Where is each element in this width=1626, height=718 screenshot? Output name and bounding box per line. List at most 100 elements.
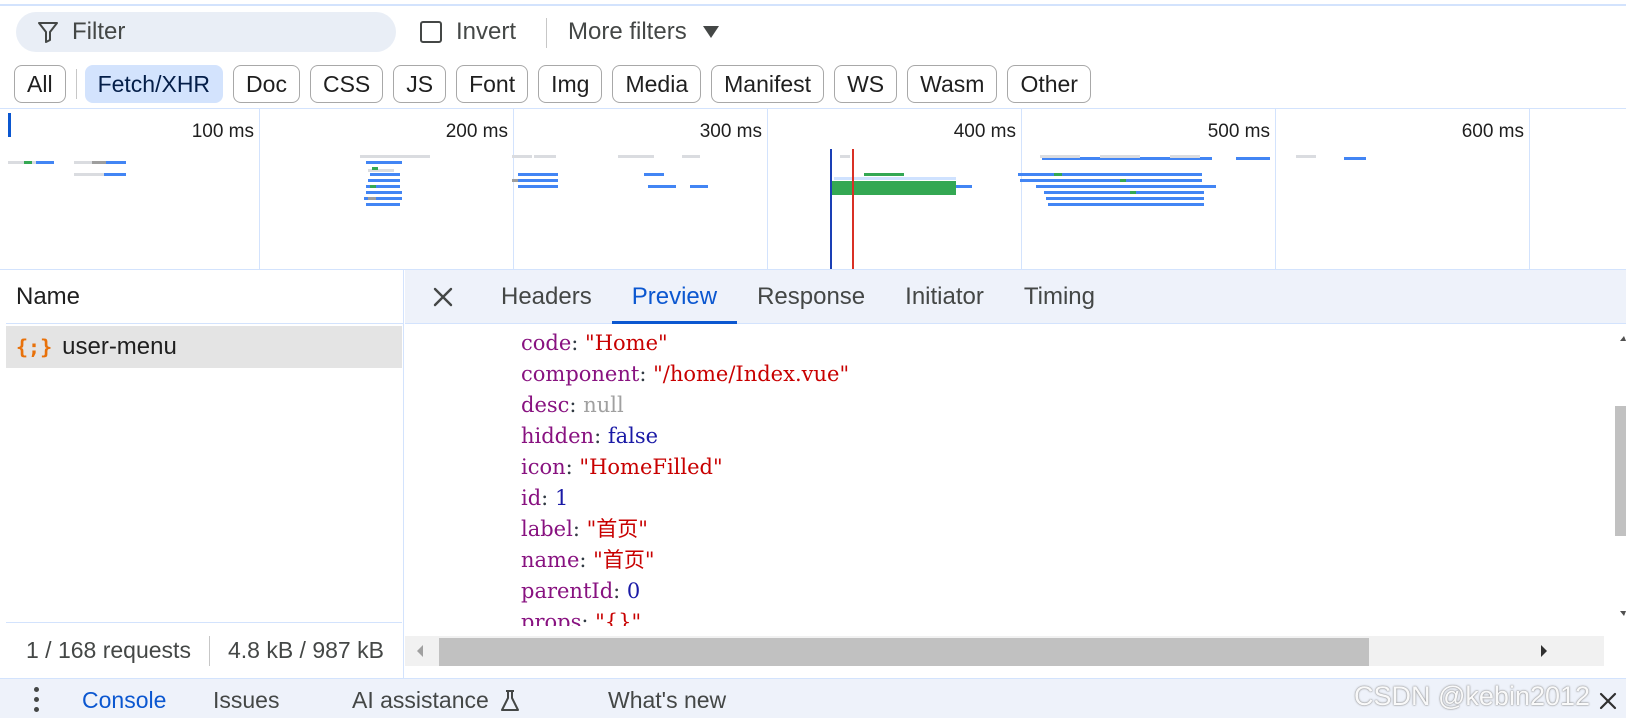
json-value: false [607, 424, 659, 448]
request-name: user-menu [62, 333, 177, 360]
waterfall-bar [372, 167, 378, 170]
waterfall-bar [512, 179, 518, 182]
json-colon: : [579, 548, 594, 572]
timeline-gridline [259, 109, 260, 269]
waterfall-bar [644, 173, 664, 176]
json-property-row[interactable]: label: "首页" [521, 514, 648, 545]
tab-preview[interactable]: Preview [611, 270, 738, 324]
filter-chip-doc[interactable]: Doc [233, 65, 300, 103]
tab-response[interactable]: Response [737, 270, 885, 324]
json-key: desc [521, 393, 570, 417]
waterfall-bar [368, 197, 376, 200]
tab-timing[interactable]: Timing [1004, 270, 1115, 324]
close-detail-button[interactable] [405, 270, 481, 324]
load-event-marker [852, 149, 854, 269]
resource-type-filters: All Fetch/XHR Doc CSS JS Font Img Media … [14, 64, 1101, 104]
drawer-tab-issues[interactable]: Issues [213, 687, 279, 714]
waterfall-bar [1040, 155, 1080, 158]
json-colon: : [565, 455, 580, 479]
filter-input[interactable]: Filter [16, 12, 396, 52]
waterfall-bar [1018, 173, 1202, 176]
filter-chip-other[interactable]: Other [1007, 65, 1091, 103]
ai-assistance-label: AI assistance [352, 687, 489, 713]
json-preview-tree[interactable]: code: "Home" component: "/home/Index.vue"… [405, 326, 1626, 626]
json-property-row[interactable]: code: "Home" [521, 328, 668, 359]
waterfall-bar [648, 185, 676, 188]
json-property-row[interactable]: name: "首页" [521, 545, 654, 576]
waterfall-bar [370, 173, 400, 176]
json-key: label [521, 517, 573, 541]
waterfall-bar [864, 173, 904, 176]
waterfall-bar [74, 173, 104, 176]
json-property-row[interactable]: desc: null [521, 390, 624, 421]
name-column-header[interactable]: Name [6, 270, 404, 324]
filter-chip-font[interactable]: Font [456, 65, 529, 103]
filter-chip-css[interactable]: CSS [309, 65, 384, 103]
waterfall-bar [1170, 155, 1200, 158]
dropdown-arrow-icon [702, 26, 719, 38]
network-overview-timeline[interactable]: 100 ms 200 ms 300 ms 400 ms 500 ms 600 m… [0, 108, 1626, 270]
json-key: parentId [521, 579, 614, 603]
filter-chip-js[interactable]: JS [393, 65, 447, 103]
waterfall-bar [956, 185, 972, 188]
json-property-row[interactable]: component: "/home/Index.vue" [521, 359, 849, 390]
tab-headers[interactable]: Headers [481, 270, 612, 324]
drawer-tab-whats-new[interactable]: What's new [608, 687, 726, 714]
json-key: code [521, 331, 572, 355]
waterfall-bar [1020, 179, 1202, 182]
timeline-range-handle[interactable] [8, 113, 11, 137]
json-value: "{}" [595, 610, 642, 626]
dom-content-loaded-marker [830, 149, 832, 269]
more-filters-dropdown[interactable]: More filters [568, 12, 719, 52]
waterfall-bar [1296, 155, 1316, 158]
vertical-scrollbar-thumb[interactable] [1615, 406, 1626, 536]
invert-checkbox[interactable] [420, 21, 442, 43]
filter-chip-manifest[interactable]: Manifest [711, 65, 825, 103]
waterfall-bar [832, 185, 956, 195]
waterfall-bar [840, 155, 850, 158]
json-property-row[interactable]: icon: "HomeFilled" [521, 452, 723, 483]
waterfall-bar [1130, 191, 1136, 194]
json-colon: : [541, 486, 555, 510]
name-column-label: Name [16, 282, 81, 310]
json-property-row[interactable]: hidden: false [521, 421, 658, 452]
json-key: props [521, 610, 582, 626]
json-property-row[interactable]: id: 1 [521, 483, 568, 514]
waterfall-bar [1048, 203, 1204, 206]
scroll-up-arrow-icon [1620, 336, 1626, 341]
funnel-icon [38, 22, 58, 43]
filter-chip-img[interactable]: Img [538, 65, 603, 103]
json-property-row[interactable]: parentId: 0 [521, 576, 640, 607]
csdn-watermark: CSDN @kebin2012 [1354, 681, 1591, 711]
filter-chip-ws[interactable]: WS [834, 65, 898, 103]
waterfall-bar [36, 161, 54, 164]
json-colon: : [569, 393, 584, 417]
close-drawer-button[interactable] [1598, 691, 1618, 716]
timeline-tick-label: 400 ms [953, 121, 1016, 142]
tab-initiator[interactable]: Initiator [885, 270, 1004, 324]
request-row-selected[interactable]: {;} user-menu [6, 326, 402, 368]
more-options-icon[interactable] [34, 687, 40, 717]
json-property-row[interactable]: props: "{}" [521, 607, 641, 626]
waterfall-bar [1100, 155, 1140, 158]
flask-icon [500, 689, 519, 711]
more-filters-label: More filters [568, 18, 687, 45]
json-value: "首页" [593, 548, 655, 572]
drawer-tab-console[interactable]: Console [82, 687, 166, 714]
waterfall-bar [104, 173, 126, 176]
filter-chip-media[interactable]: Media [612, 65, 702, 103]
timeline-tick-label: 100 ms [191, 121, 254, 142]
close-icon [1599, 692, 1617, 710]
waterfall-bar [366, 203, 400, 206]
filter-chip-all[interactable]: All [14, 65, 66, 103]
json-value: "首页" [586, 517, 648, 541]
filter-placeholder: Filter [72, 18, 126, 45]
invert-toggle[interactable]: Invert [420, 12, 516, 52]
waterfall-bar [1036, 185, 1216, 188]
detail-tab-bar: Headers Preview Response Initiator Timin… [405, 270, 1626, 324]
filter-chip-fetch-xhr[interactable]: Fetch/XHR [84, 65, 224, 103]
horizontal-scrollbar-thumb[interactable] [439, 638, 1369, 666]
filter-chip-wasm[interactable]: Wasm [907, 65, 998, 103]
drawer-tab-ai-assistance[interactable]: AI assistance [352, 687, 521, 714]
json-colon: : [572, 517, 587, 541]
